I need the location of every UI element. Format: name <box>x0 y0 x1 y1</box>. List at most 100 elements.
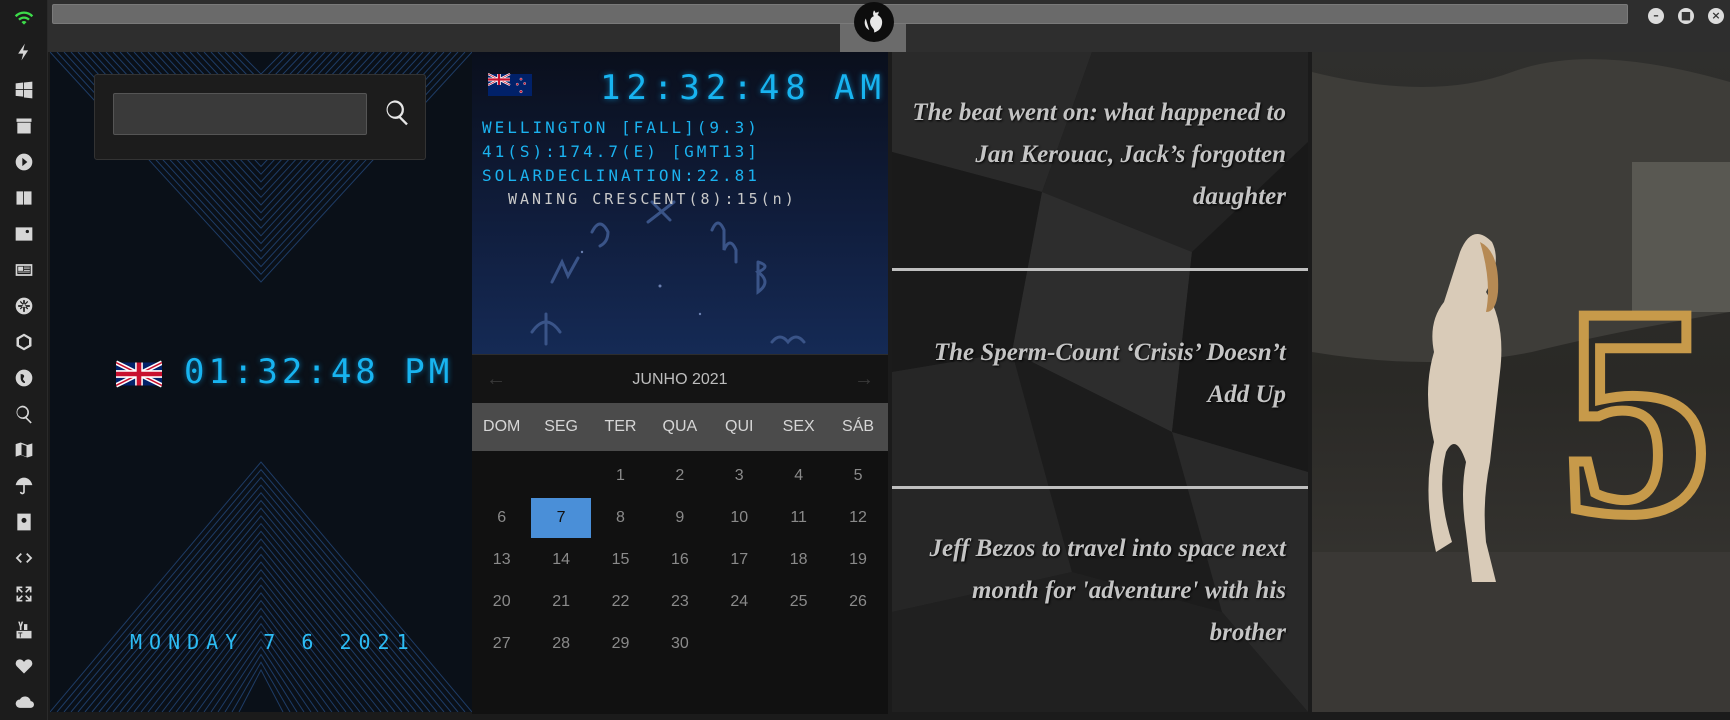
wifi-icon[interactable] <box>12 6 36 30</box>
calendar-week: 13 14 15 16 17 18 19 <box>472 539 888 581</box>
news-divider <box>892 486 1308 489</box>
play-icon[interactable] <box>12 150 36 174</box>
calendar-day[interactable]: 27 <box>472 623 531 665</box>
photo-panel[interactable]: 5 <box>1312 52 1730 712</box>
youtube-icon[interactable] <box>12 618 36 642</box>
calendar-week: 20 21 22 23 24 25 26 <box>472 581 888 623</box>
calendar-day[interactable]: 22 <box>591 581 650 623</box>
calendar-week: 1 2 3 4 5 <box>472 455 888 497</box>
cloud-icon[interactable] <box>12 690 36 714</box>
close-button[interactable]: × <box>1708 8 1724 24</box>
calendar-day[interactable]: 24 <box>710 581 769 623</box>
calendar-day[interactable]: 13 <box>472 539 531 581</box>
translate-icon[interactable] <box>12 186 36 210</box>
fullscreen-icon[interactable] <box>12 582 36 606</box>
calendar-day[interactable]: 20 <box>472 581 531 623</box>
calendar-day[interactable]: 2 <box>650 455 709 497</box>
nz-time: 12:32:48 <box>600 68 812 108</box>
chevron-line <box>56 468 466 712</box>
calendar-day[interactable]: 4 <box>769 455 828 497</box>
next-month-button[interactable]: → <box>852 367 876 391</box>
calendar-day[interactable]: 19 <box>828 539 887 581</box>
search-icon <box>386 99 408 125</box>
calendar-day[interactable]: 11 <box>769 497 828 539</box>
search-input[interactable] <box>113 93 367 135</box>
calendar-day[interactable]: 5 <box>828 455 887 497</box>
calendar-day[interactable]: 29 <box>591 623 650 665</box>
globe-icon[interactable] <box>12 366 36 390</box>
archive-icon[interactable] <box>12 114 36 138</box>
calendar-weekdays: DOM SEG TER QUA QUI SEX SÁB <box>472 403 888 451</box>
nz-moon-phase: WANING CRESCENT(8):15(n) <box>508 190 797 208</box>
umbrella-icon[interactable] <box>12 474 36 498</box>
calendar-title: JUNHO 2021 <box>632 371 728 388</box>
code-icon[interactable] <box>12 546 36 570</box>
uk-time: 01:32:48 PM <box>184 352 454 392</box>
neon-five-sign: 5 <box>1562 245 1712 577</box>
icon-rail <box>0 0 48 720</box>
windows-icon[interactable] <box>12 78 36 102</box>
calendar-day[interactable]: 15 <box>591 539 650 581</box>
nz-ampm: AM <box>834 68 887 108</box>
calendar-day-today[interactable]: 7 <box>531 498 591 538</box>
calendar-day[interactable]: 18 <box>769 539 828 581</box>
calendar-day <box>531 455 590 497</box>
chevron-line <box>238 52 284 75</box>
news-icon[interactable] <box>12 258 36 282</box>
chevron-line <box>105 522 417 712</box>
calendar-day <box>710 623 769 665</box>
uk-date: MONDAY 7 6 2021 <box>130 630 416 654</box>
calendar-day[interactable]: 1 <box>591 455 650 497</box>
search-button[interactable] <box>381 97 413 129</box>
search-icon[interactable] <box>12 402 36 426</box>
calendar-day[interactable]: 26 <box>828 581 887 623</box>
calendar-day[interactable]: 21 <box>531 581 590 623</box>
calendar-week: 27 28 29 30 <box>472 623 888 665</box>
nz-clock-panel: 12:32:48 AM WELLINGTON [FALL](9.3) 41(S)… <box>472 52 888 354</box>
minimize-button[interactable]: – <box>1648 8 1664 24</box>
address-input[interactable] <box>52 4 1628 24</box>
top-bar: – ■ × <box>48 0 1730 52</box>
calendar-day[interactable]: 9 <box>650 497 709 539</box>
calendar-day[interactable]: 12 <box>828 497 887 539</box>
map-icon[interactable] <box>12 438 36 462</box>
calendar-grid: 1 2 3 4 5 6 7 8 9 10 11 12 13 14 15 16 1… <box>472 455 888 665</box>
chevron-line <box>112 530 410 712</box>
maximize-button[interactable]: ■ <box>1678 8 1694 24</box>
snowflake-icon[interactable] <box>12 294 36 318</box>
calendar-day[interactable]: 28 <box>531 623 590 665</box>
heart-icon[interactable] <box>12 654 36 678</box>
calendar: ← JUNHO 2021 → DOM SEG TER QUA QUI SEX S… <box>472 354 888 714</box>
model-photo: 5 <box>1312 59 1730 712</box>
calendar-day[interactable]: 25 <box>769 581 828 623</box>
calendar-day[interactable]: 17 <box>710 539 769 581</box>
nz-coordinates: 41(S):174.7(E) [GMT13] <box>482 142 760 161</box>
nz-location: WELLINGTON [FALL](9.3) <box>482 118 760 137</box>
bolt-icon[interactable] <box>12 40 36 64</box>
chevron-line <box>70 484 452 712</box>
weekday-label: DOM <box>483 418 521 435</box>
calendar-day[interactable]: 14 <box>531 539 590 581</box>
chevron-line <box>63 476 459 712</box>
weekday-label: TER <box>604 418 637 435</box>
news-headline[interactable]: The Sperm-Count ‘Crisis’ Doesn’t Add Up <box>906 332 1286 416</box>
calendar-day[interactable]: 10 <box>710 497 769 539</box>
news-headline[interactable]: The beat went on: what happened to Jan K… <box>906 92 1286 218</box>
calendar-week: 6 7 8 9 10 11 12 <box>472 497 888 539</box>
calendar-day[interactable]: 16 <box>650 539 709 581</box>
nz-flag-icon <box>488 73 532 96</box>
news-divider <box>892 268 1308 271</box>
chevron-line <box>84 499 438 712</box>
weekday-label: QUA <box>662 418 698 435</box>
calendar-day[interactable]: 8 <box>591 497 650 539</box>
calendar-day[interactable]: 3 <box>710 455 769 497</box>
contacts-icon[interactable] <box>12 510 36 534</box>
calendar-day[interactable]: 23 <box>650 581 709 623</box>
calendar-day[interactable]: 30 <box>650 623 709 665</box>
nz-solar-declination: SOLARDECLINATION:22.81 <box>482 166 760 185</box>
image-icon[interactable] <box>12 222 36 246</box>
hexagon-icon[interactable] <box>12 330 36 354</box>
calendar-day[interactable]: 6 <box>472 497 531 539</box>
weekday-label: QUI <box>725 418 754 435</box>
news-headline[interactable]: Jeff Bezos to travel into space next mon… <box>906 528 1286 654</box>
